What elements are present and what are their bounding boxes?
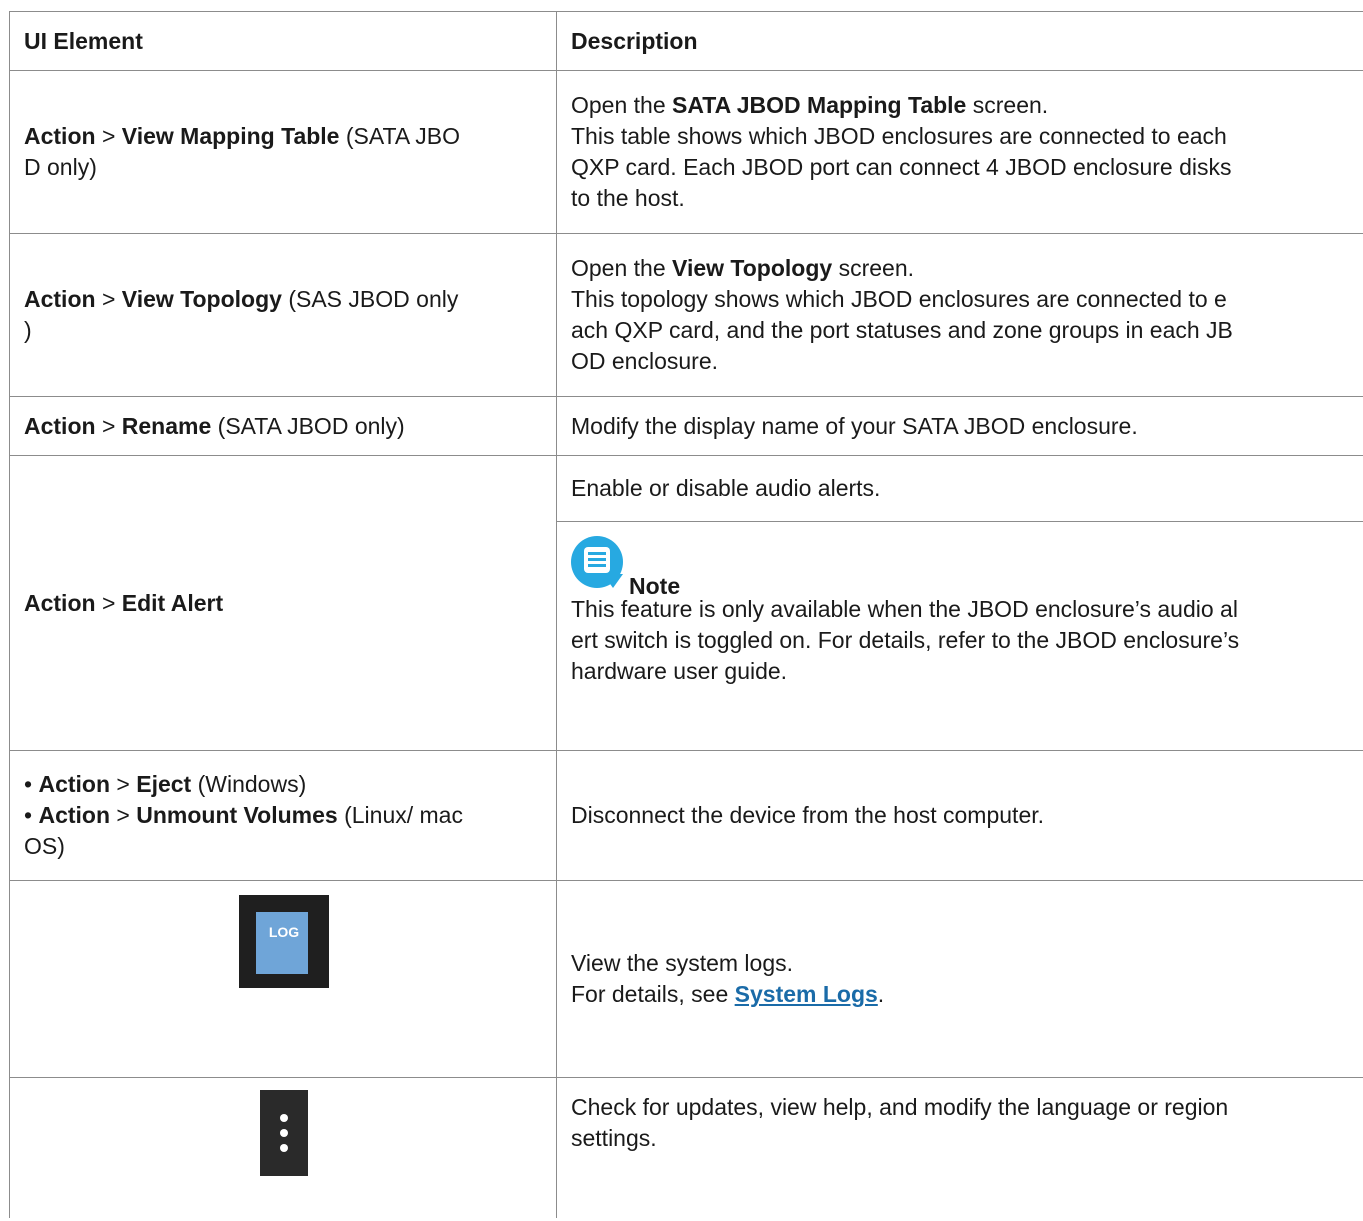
note-label: Note: [629, 573, 681, 599]
element-cell: • Action > Eject (Windows) • Action > Un…: [9, 751, 557, 880]
note-block: Note This feature is only available when…: [557, 522, 1363, 687]
description-cell: Modify the display name of your SATA JBO…: [571, 412, 1138, 439]
description-cell: Open the SATA JBOD Mapping Table screen.…: [571, 92, 1232, 211]
element-cell: Action > View Mapping Table (SATA JBO D …: [9, 71, 557, 233]
more-vertical-icon[interactable]: [260, 1090, 308, 1176]
element-cell: Action > Rename (SATA JBOD only): [9, 397, 557, 455]
note-icon: [571, 536, 629, 594]
element-cell: Action > View Topology (SAS JBOD only ): [9, 234, 557, 396]
table-header-row: UI Element Description: [9, 11, 1363, 71]
description-cell: Check for updates, view help, and modify…: [571, 1094, 1229, 1151]
description-cell: Enable or disable audio alerts. Note Thi…: [557, 456, 1363, 750]
log-file-icon[interactable]: LOG: [239, 895, 329, 988]
system-logs-link[interactable]: System Logs: [735, 981, 878, 1007]
table-row-more-menu: Check for updates, view help, and modify…: [9, 1078, 1363, 1218]
table-row-eject: • Action > Eject (Windows) • Action > Un…: [9, 751, 1363, 881]
table-row-view-topology: Action > View Topology (SAS JBOD only ) …: [9, 234, 1363, 397]
table-row-edit-alert: Action > Edit Alert Enable or disable au…: [9, 456, 1363, 751]
element-cell: [9, 1078, 557, 1218]
table-row-view-mapping-table: Action > View Mapping Table (SATA JBO D …: [9, 71, 1363, 234]
table-row-rename: Action > Rename (SATA JBOD only) Modify …: [9, 397, 1363, 456]
header-cell-description: Description: [571, 27, 698, 54]
element-cell: LOG: [9, 881, 557, 1077]
element-cell: Action > Edit Alert: [9, 456, 557, 750]
header-cell-ui-element: UI Element: [9, 12, 557, 70]
table-row-system-logs: LOG View the system logs. For details, s…: [9, 881, 1363, 1078]
description-cell: Disconnect the device from the host comp…: [571, 802, 1045, 828]
description-cell: View the system logs. For details, see S…: [571, 950, 885, 1007]
description-cell: Open the View Topology screen. This topo…: [571, 255, 1233, 374]
ui-element-table: UI Element Description Action > View Map…: [9, 11, 1363, 1218]
